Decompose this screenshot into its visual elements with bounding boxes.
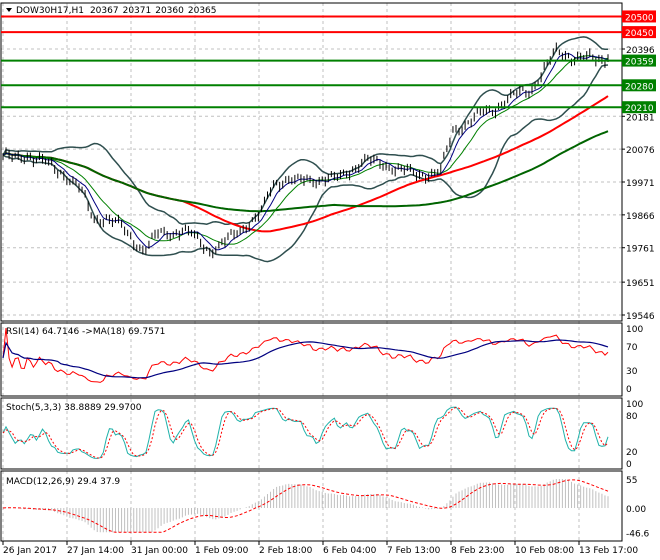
macd-title: MACD(12,26,9) 29.4 37.9 (6, 477, 120, 487)
rsi-title: RSI(14) 64.7146 ->MA(18) 69.7571 (6, 327, 165, 337)
time-tick-label: 7 Feb 13:00 (387, 546, 441, 556)
rsi-tick-label: 70 (626, 343, 638, 353)
stoch-tick-label: 100 (626, 400, 643, 410)
time-tick-label: 10 Feb 08:00 (515, 546, 574, 556)
stoch-plot (2, 406, 609, 459)
price-tick-label: 19971 (626, 179, 655, 189)
price-tick-label: 20181 (626, 113, 655, 123)
rsi-tick-label: 0 (626, 385, 632, 395)
grid (1, 3, 622, 541)
price-tick-label: 19651 (626, 279, 655, 289)
price-tick-label: 19761 (626, 245, 655, 255)
stoch-main-line (2, 406, 609, 459)
level-label: 20280 (625, 82, 654, 92)
time-tick-label: 27 Jan 14:00 (67, 546, 124, 556)
price-title: DOW30H17,H1 20367 20371 20360 20365 (16, 6, 217, 16)
time-tick-label: 2 Feb 18:00 (259, 546, 313, 556)
trading-chart[interactable]: DOW30H17,H1 20367 20371 20360 20365 20396201… (0, 0, 660, 560)
macd-tick-label: -46.6 (626, 530, 650, 540)
rsi-tick-label: 100 (626, 325, 643, 335)
rsi-axis: 100 70 30 0 (626, 325, 643, 395)
stoch-title: Stoch(5,3,3) 38.8889 29.9700 (6, 403, 142, 413)
price-tick-label: 19546 (626, 312, 655, 322)
price-tick-label: 19866 (626, 212, 655, 222)
macd-tick-label: 55 (626, 476, 637, 486)
price-levels: 20500 20450 20359 20280 20210 (1, 10, 656, 114)
stoch-axis: 100 80 20 0 (626, 400, 643, 470)
time-tick-label: 13 Feb 17:00 (579, 546, 638, 556)
bollinger-upper (2, 36, 609, 225)
stoch-tick-label: 20 (626, 448, 638, 458)
price-tick-label: 20076 (626, 146, 655, 156)
price-tick-label: 20396 (626, 46, 655, 56)
time-tick-label: 8 Feb 23:00 (451, 546, 505, 556)
time-tick-label: 6 Feb 04:00 (323, 546, 377, 556)
level-label: 20450 (625, 29, 654, 39)
time-axis: 26 Jan 2017 27 Jan 14:00 31 Jan 00:00 1 Feb… (2, 541, 638, 556)
time-tick-label: 26 Jan 2017 (3, 546, 57, 556)
level-label: 20500 (625, 13, 654, 23)
macd-axis: 55 0.00 -46.6 (626, 476, 650, 540)
collapse-triangle-icon[interactable] (6, 8, 12, 12)
time-tick-label: 31 Jan 00:00 (131, 546, 188, 556)
stoch-tick-label: 80 (626, 412, 638, 422)
level-label: 20359 (625, 58, 654, 68)
level-label: 20210 (625, 104, 654, 114)
rsi-tick-label: 30 (626, 367, 638, 377)
stoch-tick-label: 0 (626, 460, 632, 470)
macd-tick-label: 0.00 (626, 505, 646, 515)
time-tick-label: 1 Feb 09:00 (195, 546, 249, 556)
